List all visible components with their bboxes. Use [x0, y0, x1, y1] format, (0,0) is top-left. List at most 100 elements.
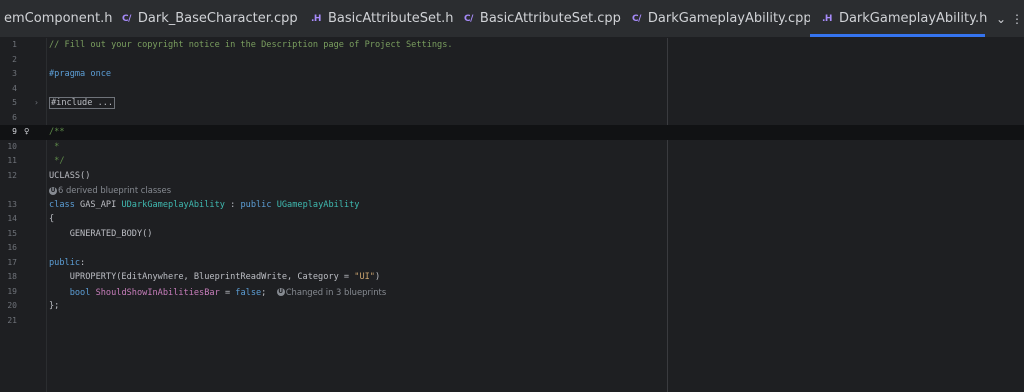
type-token: UGameplayAbility [276, 199, 360, 210]
code-text: #include ... [49, 96, 116, 111]
code-line: 13 class GAS_API UDarkGameplayAbility : … [0, 198, 1024, 213]
code-line: 18 UPROPERTY(EditAnywhere, BlueprintRead… [0, 270, 1024, 285]
line-number: 12 [7, 170, 17, 180]
code-text: { [49, 214, 55, 224]
code-line: 16 [0, 241, 1024, 256]
code-vision-hint[interactable]: U Changed in 3 blueprints [276, 286, 387, 297]
changed-in-blueprints-hint: Changed in 3 blueprints [285, 286, 387, 297]
keyword-token: bool [49, 287, 91, 298]
lightbulb-icon[interactable]: ♀ [24, 125, 29, 140]
code-text: // Fill out your copyright notice in the… [49, 40, 453, 50]
code-vision-hint[interactable]: U6 derived blueprint classes [49, 183, 171, 198]
punct-token: ) [374, 272, 381, 282]
line-number: 16 [7, 243, 17, 252]
code-line: 2 [0, 53, 1024, 68]
code-line: 14 { [0, 212, 1024, 227]
line-number: 15 [7, 228, 17, 238]
code-line: 21 [0, 314, 1024, 329]
line-number: 1 [12, 40, 17, 49]
code-line: 11 */ [0, 154, 1024, 169]
cpp-file-icon: C/ [464, 13, 473, 24]
type-token: UDarkGameplayAbility [121, 199, 225, 210]
keyword-token: false [235, 287, 262, 298]
code-text: #pragma once [49, 67, 111, 82]
code-text: class GAS_API UDarkGameplayAbility : pub… [49, 198, 360, 213]
punct-token: : [80, 257, 86, 268]
code-line: 12 UCLASS() [0, 169, 1024, 184]
code-text: }; [49, 301, 60, 311]
line-number: 9 [12, 127, 17, 136]
code-line: 4 [0, 82, 1024, 97]
code-text: * [49, 141, 60, 152]
code-text: UPROPERTY(EditAnywhere, BlueprintReadWri… [49, 270, 380, 285]
keyword-token: #pragma [49, 69, 86, 79]
tab-label: DarkGameplayAbility.h [838, 11, 988, 26]
line-number: 19 [7, 286, 17, 296]
header-file-icon: .H [822, 13, 832, 24]
line-number: 4 [12, 83, 17, 93]
folded-region[interactable]: #include ... [49, 97, 116, 109]
chevron-down-icon: ⌄ [995, 11, 1007, 26]
cpp-file-icon: C/ [122, 13, 131, 24]
keyword-token: public [49, 257, 81, 268]
tab-label: BasicAttributeSet.cpp [479, 11, 621, 26]
unreal-engine-icon: U [276, 288, 285, 296]
code-line: 20 }; [0, 299, 1024, 314]
code-line: 19 bool ShouldShowInAbilitiesBar = false… [0, 285, 1024, 300]
code-line: 3 #pragma once [0, 67, 1024, 82]
code-line: 6 [0, 111, 1024, 126]
code-line: 5 › #include ... [0, 96, 1024, 111]
member-token: ShouldShowInAbilitiesBar [90, 287, 220, 298]
line-number: 13 [7, 199, 17, 209]
more-vertical-icon: ⋮ [1011, 11, 1023, 26]
line-number: 5 [12, 98, 17, 107]
code-text: bool ShouldShowInAbilitiesBar = false; U… [49, 285, 387, 301]
tab-label: emComponent.h [4, 11, 113, 26]
unreal-engine-icon: U [49, 186, 57, 195]
editor-tab-bar: emComponent.h C/ Dark_BaseCharacter.cpp … [0, 0, 1024, 38]
code-text: GENERATED_BODY() [49, 228, 153, 239]
code-text: /** [49, 127, 65, 137]
code-line: 1 // Fill out your copyright notice in t… [0, 38, 1024, 53]
header-file-icon: .H [311, 13, 321, 24]
code-vision-hint-line: U6 derived blueprint classes [0, 183, 1024, 198]
punct-token: : [224, 199, 241, 210]
line-number: 3 [12, 69, 17, 78]
line-number: 21 [7, 315, 17, 325]
tab-darkgameplayability-cpp[interactable]: C/ DarkGameplayAbility.cpp [632, 0, 812, 37]
code-editor[interactable]: 1 // Fill out your copyright notice in t… [0, 38, 1024, 392]
tab-basicattributeset-h[interactable]: .H BasicAttributeSet.h [311, 0, 454, 37]
code-text: */ [49, 156, 65, 166]
line-number: 10 [7, 141, 17, 151]
code-text: public: [49, 256, 85, 271]
punct-token: ; [261, 287, 277, 298]
line-number: 20 [7, 301, 17, 310]
tab-label: BasicAttributeSet.h [327, 11, 454, 26]
tab-basicattributeset-cpp[interactable]: C/ BasicAttributeSet.cpp [464, 0, 621, 37]
macro-token: GAS_API [74, 199, 122, 210]
punct-token: = [219, 287, 236, 298]
cpp-file-icon: C/ [632, 13, 641, 24]
keyword-token: once [85, 69, 112, 79]
line-number: 14 [7, 214, 17, 223]
more-actions-button[interactable]: ⋮ [1010, 0, 1024, 37]
keyword-token: class [49, 199, 75, 210]
line-number: 6 [12, 112, 17, 122]
tab-label: Dark_BaseCharacter.cpp [137, 11, 298, 26]
derived-blueprints-hint: 6 derived blueprint classes [58, 185, 172, 195]
fold-expand-icon[interactable]: › [34, 96, 39, 111]
code-line: 17 public: [0, 256, 1024, 271]
string-token: "UI" [354, 272, 375, 282]
tab-dark-basecharacter-cpp[interactable]: C/ Dark_BaseCharacter.cpp [122, 0, 298, 37]
line-number: 17 [7, 257, 17, 267]
line-number: 11 [7, 156, 17, 165]
tab-label: DarkGameplayAbility.cpp [647, 11, 812, 26]
tab-darkgameplayability-h[interactable]: .H DarkGameplayAbility.h [810, 0, 988, 37]
code-text: UCLASS() [49, 170, 91, 181]
macro-token: UPROPERTY(EditAnywhere, BlueprintReadWri… [49, 272, 355, 282]
tab-emcomponent-h[interactable]: emComponent.h [4, 0, 113, 37]
tab-list-dropdown-button[interactable]: ⌄ [990, 0, 1012, 37]
code-line: 15 GENERATED_BODY() [0, 227, 1024, 242]
code-line: 10 * [0, 140, 1024, 155]
line-number: 2 [12, 54, 17, 64]
